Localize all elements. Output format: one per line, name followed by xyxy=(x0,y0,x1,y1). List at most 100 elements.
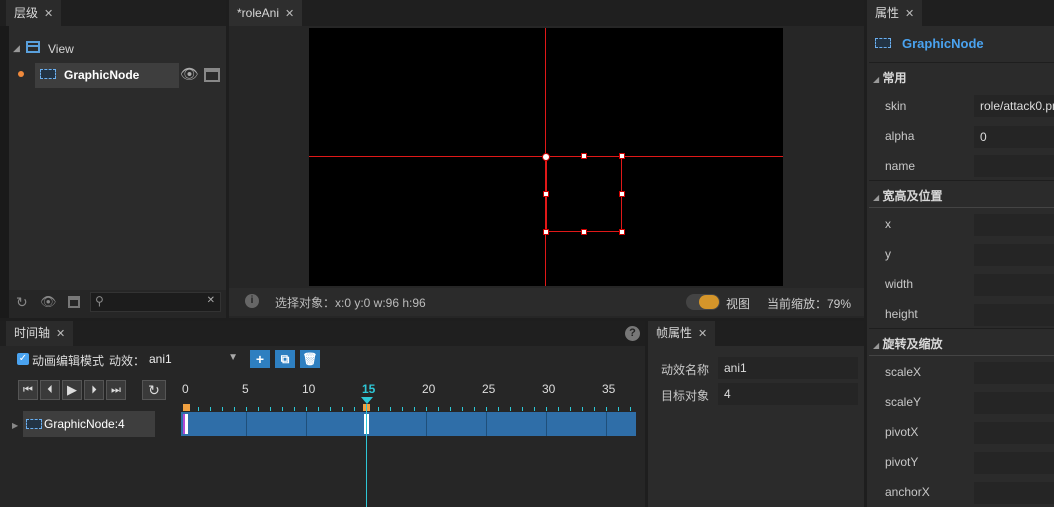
refresh-icon[interactable]: ↻ xyxy=(16,294,28,311)
name-field[interactable] xyxy=(974,155,1054,177)
ruler-minor-tick xyxy=(510,407,511,411)
tree-item-view-label[interactable]: View xyxy=(48,42,74,56)
properties-tabbar: 属性 ✕ xyxy=(867,0,1054,26)
height-label: height xyxy=(885,307,918,321)
frame-props-tabbar: 帧属性 ✕ xyxy=(648,321,864,346)
tab-timeline[interactable]: 时间轴 ✕ xyxy=(6,321,74,346)
hierarchy-search-input[interactable]: ⚲ ✕ xyxy=(90,292,221,312)
x-field[interactable] xyxy=(974,214,1054,236)
width-label: width xyxy=(885,277,914,291)
collapse-icon: ◢ xyxy=(873,75,880,84)
scalex-field[interactable] xyxy=(974,362,1054,384)
ruler-minor-tick xyxy=(354,407,355,411)
ruler-minor-tick xyxy=(282,407,283,411)
pivotx-field[interactable] xyxy=(974,422,1054,444)
timeline-panel: 时间轴 ✕ ? ✓ 动画编辑模式 动效： ani1 ▼ + ⧉ 🗑 ⏮ ⏴ ▶ ⏵… xyxy=(0,321,645,507)
track-expand-icon[interactable]: ▶ xyxy=(12,421,18,430)
ruler-minor-tick xyxy=(486,407,487,411)
scaley-field[interactable] xyxy=(974,392,1054,414)
ruler-minor-tick xyxy=(306,407,307,411)
pivotx-label: pivotX xyxy=(885,425,919,439)
target-field[interactable]: 4 xyxy=(718,383,858,405)
keyframe-marker-icon[interactable] xyxy=(183,404,190,411)
clear-search-icon[interactable]: ✕ xyxy=(207,295,215,306)
alpha-field[interactable]: 0 xyxy=(974,126,1054,148)
pivoty-field[interactable] xyxy=(974,452,1054,474)
height-field[interactable] xyxy=(974,304,1054,326)
close-icon[interactable]: ✕ xyxy=(698,328,707,340)
section-size-header[interactable]: ◢ 宽高及位置 xyxy=(873,187,943,204)
scene-tabbar: *roleAni ✕ xyxy=(229,0,864,26)
ruler-label: 20 xyxy=(422,382,436,396)
track-cell-divider xyxy=(606,412,607,436)
skin-field[interactable]: role/attack0.pn xyxy=(974,95,1054,117)
lock-footer-icon[interactable] xyxy=(68,296,80,308)
ruler-minor-tick xyxy=(378,407,379,411)
anchorx-field[interactable] xyxy=(974,482,1054,504)
tree-expand-icon[interactable]: ◢ xyxy=(13,43,20,54)
visibility-eye-icon[interactable]: 👁 xyxy=(180,66,200,84)
y-field[interactable] xyxy=(974,244,1054,266)
next-frame-button[interactable]: ⏵ xyxy=(84,380,104,400)
lock-icon[interactable] xyxy=(204,68,220,82)
close-icon[interactable]: ✕ xyxy=(56,328,65,340)
keyframe-start[interactable] xyxy=(183,414,188,434)
y-label: y xyxy=(885,247,891,261)
graphic-node-icon xyxy=(875,38,891,48)
first-frame-button[interactable]: ⏮ xyxy=(18,380,38,400)
ruler-minor-tick xyxy=(402,407,403,411)
scene-canvas[interactable] xyxy=(309,28,783,286)
section-divider xyxy=(869,180,1054,181)
ruler-minor-tick xyxy=(270,407,271,411)
close-icon[interactable]: ✕ xyxy=(285,8,294,20)
eye-icon[interactable]: 👁 xyxy=(40,294,57,310)
prev-frame-button[interactable]: ⏴ xyxy=(40,380,60,400)
track-cell-divider xyxy=(246,412,247,436)
ruler-minor-tick xyxy=(462,407,463,411)
ruler-label: 10 xyxy=(302,382,316,396)
resize-handle-left[interactable] xyxy=(543,191,549,197)
timeline-ruler[interactable]: 0 5 10 15 20 25 30 35 xyxy=(180,379,636,411)
copy-effect-button[interactable]: ⧉ xyxy=(275,350,295,368)
last-frame-button[interactable]: ⏭ xyxy=(106,380,126,400)
close-icon[interactable]: ✕ xyxy=(905,8,914,20)
resize-handle-top-right[interactable] xyxy=(619,153,625,159)
ruler-minor-tick xyxy=(618,407,619,411)
loop-button[interactable]: ↻ xyxy=(142,380,166,400)
section-divider xyxy=(869,328,1054,329)
tab-properties[interactable]: 属性 ✕ xyxy=(867,0,923,26)
width-field[interactable] xyxy=(974,274,1054,296)
selection-box[interactable] xyxy=(546,156,622,232)
modified-dot-icon xyxy=(18,71,24,77)
resize-handle-right[interactable] xyxy=(619,191,625,197)
pivot-handle[interactable] xyxy=(542,153,550,161)
timeline-track[interactable] xyxy=(181,412,636,436)
view-toggle[interactable] xyxy=(686,294,720,310)
add-effect-button[interactable]: + xyxy=(250,350,270,368)
effect-name-field[interactable]: ani1 xyxy=(718,357,858,379)
resize-handle-bottom-left[interactable] xyxy=(543,229,549,235)
tab-scene[interactable]: *roleAni ✕ xyxy=(229,0,303,26)
resize-handle-bottom[interactable] xyxy=(581,229,587,235)
section-underline xyxy=(869,207,1054,208)
tab-hierarchy[interactable]: 层级 ✕ xyxy=(6,0,62,26)
resize-handle-bottom-right[interactable] xyxy=(619,229,625,235)
ruler-minor-tick xyxy=(198,407,199,411)
ruler-label: 25 xyxy=(482,382,496,396)
tab-frame-props[interactable]: 帧属性 ✕ xyxy=(648,321,716,346)
resize-handle-top[interactable] xyxy=(581,153,587,159)
section-rotate-header[interactable]: ◢ 旋转及缩放 xyxy=(873,335,943,352)
edit-mode-checkbox[interactable]: ✓ xyxy=(17,353,29,365)
name-label: name xyxy=(885,159,916,173)
play-button[interactable]: ▶ xyxy=(62,380,82,400)
ruler-minor-tick xyxy=(234,407,235,411)
ruler-minor-tick xyxy=(426,407,427,411)
delete-effect-button[interactable]: 🗑 xyxy=(300,350,320,368)
help-icon[interactable]: ? xyxy=(625,326,640,341)
playhead-marker-icon[interactable] xyxy=(361,397,373,404)
ruler-label: 35 xyxy=(602,382,616,396)
section-common-header[interactable]: ◢ 常用 xyxy=(873,69,907,86)
effect-select[interactable]: ani1 ▼ xyxy=(146,349,240,369)
close-icon[interactable]: ✕ xyxy=(44,8,53,20)
ruler-minor-tick xyxy=(522,407,523,411)
